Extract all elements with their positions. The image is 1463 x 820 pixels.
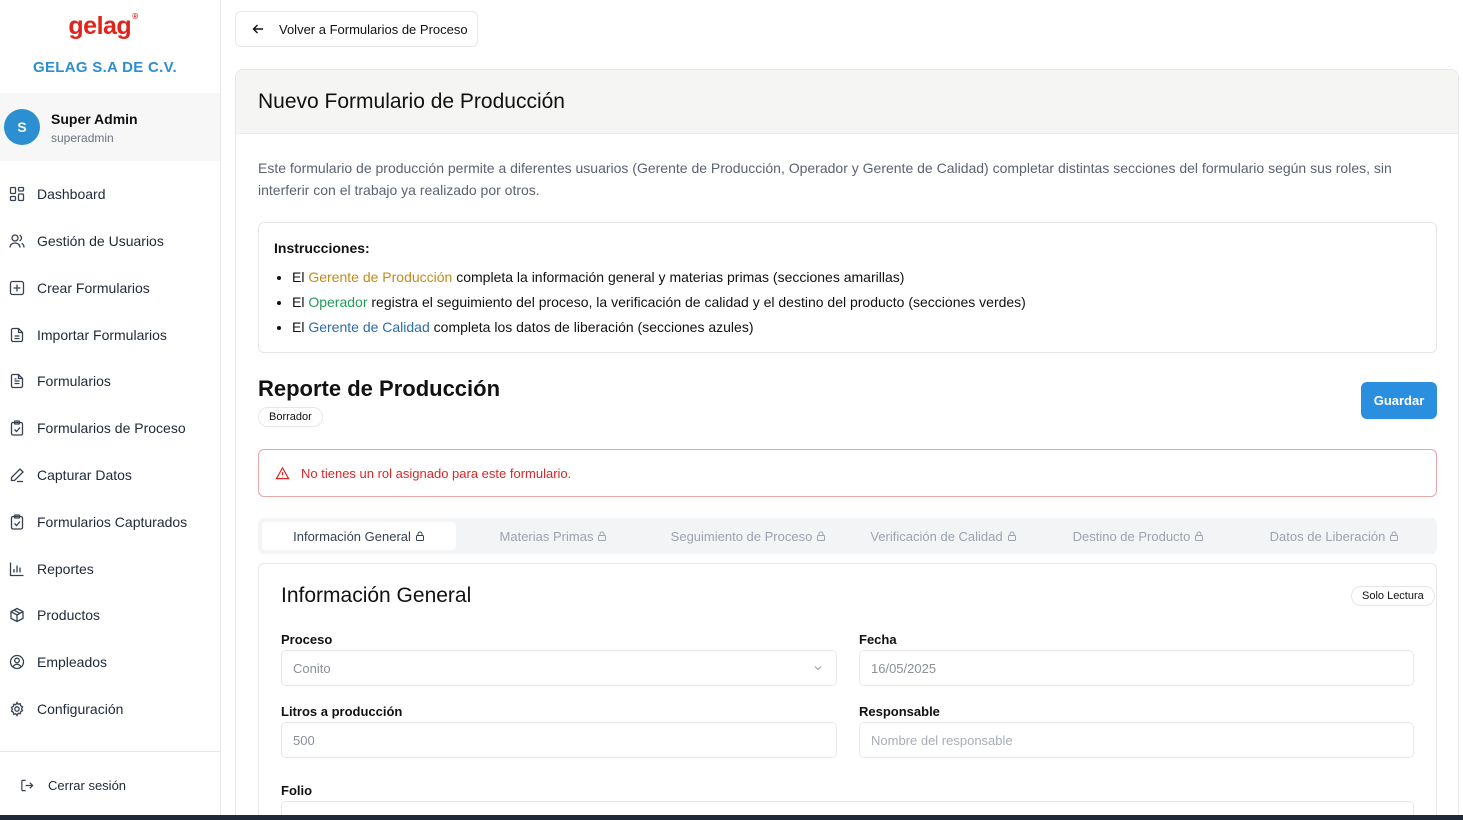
role-quality-manager: Gerente de Calidad [308, 319, 430, 335]
read-only-badge: Solo Lectura [1351, 586, 1435, 606]
sidebar-item-label: Formularios Capturados [37, 514, 188, 530]
litros-label: Litros a producción [281, 704, 403, 719]
logout-icon [20, 778, 35, 793]
window-bottom-edge [0, 815, 1463, 820]
bar-chart-icon [9, 561, 25, 577]
logout-label: Cerrar sesión [48, 777, 127, 793]
file-icon [9, 327, 25, 343]
back-button-label: Volver a Formularios de Proceso [279, 21, 468, 37]
file-text-icon [9, 373, 25, 389]
sidebar-item-users[interactable]: Gestión de Usuarios [0, 221, 220, 261]
instruction-item: El Operador registra el seguimiento del … [292, 292, 1026, 317]
sidebar-item-dashboard[interactable]: Dashboard [0, 174, 220, 214]
sidebar-item-settings[interactable]: Configuración [0, 689, 220, 729]
sidebar-item-products[interactable]: Productos [0, 595, 220, 635]
sidebar-item-process-forms[interactable]: Formularios de Proceso [0, 408, 220, 448]
form-description: Este formulario de producción permite a … [258, 160, 1392, 198]
proceso-select[interactable]: Conito [281, 650, 837, 686]
role-alert: No tienes un rol asignado para este form… [258, 449, 1437, 497]
user-name: Super Admin [51, 111, 138, 127]
litros-field[interactable]: 500 [281, 722, 837, 758]
tab-informacion-general[interactable]: Información General [262, 522, 456, 550]
page-title: Nuevo Formulario de Producción [258, 90, 565, 113]
arrow-left-icon [251, 22, 265, 36]
sidebar-item-create-forms[interactable]: Crear Formularios [0, 268, 220, 308]
tab-materias-primas[interactable]: Materias Primas [456, 522, 651, 550]
tab-verificacion-calidad[interactable]: Verificación de Calidad [846, 522, 1041, 550]
brand-logo: gelag® [68, 12, 138, 40]
user-handle: superadmin [51, 131, 114, 145]
sidebar: gelag® GELAG S.A DE C.V. S Super Admin s… [0, 0, 221, 820]
clipboard-check-icon [9, 514, 25, 530]
logout-button[interactable]: Cerrar sesión [0, 772, 220, 798]
sidebar-item-label: Configuración [37, 701, 124, 717]
sidebar-item-label: Formularios de Proceso [37, 420, 186, 436]
pen-icon [9, 467, 25, 483]
tab-seguimiento-proceso[interactable]: Seguimiento de Proceso [651, 522, 846, 550]
tab-destino-producto[interactable]: Destino de Producto [1041, 522, 1236, 550]
proceso-label: Proceso [281, 632, 333, 647]
responsable-label: Responsable [859, 704, 940, 719]
lock-icon [816, 531, 826, 541]
sidebar-item-employees[interactable]: Empleados [0, 642, 220, 682]
tab-datos-liberacion[interactable]: Datos de Liberación [1236, 522, 1433, 550]
lock-icon [597, 531, 607, 541]
instructions-list: El Gerente de Producción completa la inf… [292, 267, 1026, 342]
users-icon [9, 233, 25, 249]
sidebar-item-label: Crear Formularios [37, 280, 150, 296]
user-profile: S Super Admin superadmin [0, 93, 220, 161]
sidebar-item-label: Gestión de Usuarios [37, 233, 164, 249]
fecha-label: Fecha [859, 632, 897, 647]
instruction-item: El Gerente de Calidad completa los datos… [292, 317, 1026, 342]
sidebar-item-import-forms[interactable]: Importar Formularios [0, 315, 220, 355]
general-info-section: Información General Solo Lectura Proceso… [258, 563, 1437, 820]
package-icon [9, 607, 25, 623]
user-circle-icon [9, 654, 25, 670]
instructions-box: Instrucciones: El Gerente de Producción … [258, 222, 1437, 353]
report-title: Reporte de Producción [258, 376, 501, 401]
warning-icon [275, 466, 290, 481]
dashboard-icon [9, 186, 25, 202]
instruction-item: El Gerente de Producción completa la inf… [292, 267, 1026, 292]
avatar: S [4, 109, 40, 145]
sidebar-item-forms[interactable]: Formularios [0, 361, 220, 401]
card-header: Nuevo Formulario de Producción [236, 70, 1458, 134]
back-button[interactable]: Volver a Formularios de Proceso [235, 11, 478, 47]
gear-icon [9, 701, 25, 717]
folio-label: Folio [281, 783, 313, 798]
clipboard-check-icon [9, 420, 25, 436]
responsable-field[interactable]: Nombre del responsable [859, 722, 1414, 758]
sidebar-item-label: Reportes [37, 561, 94, 577]
sidebar-item-reports[interactable]: Reportes [0, 549, 220, 589]
sidebar-divider [0, 751, 220, 752]
sidebar-item-label: Productos [37, 607, 101, 623]
app-root: gelag® GELAG S.A DE C.V. S Super Admin s… [0, 0, 1463, 820]
sidebar-item-label: Formularios [37, 373, 111, 389]
fecha-field[interactable]: 16/05/2025 [859, 650, 1414, 686]
instructions-title: Instrucciones: [274, 240, 370, 256]
lock-icon [1389, 531, 1399, 541]
sidebar-item-label: Capturar Datos [37, 467, 132, 483]
section-title: Información General [281, 584, 472, 607]
sidebar-item-capture-data[interactable]: Capturar Datos [0, 455, 220, 495]
sidebar-item-captured-forms[interactable]: Formularios Capturados [0, 502, 220, 542]
lock-icon [415, 531, 425, 541]
role-production-manager: Gerente de Producción [308, 269, 453, 285]
lock-icon [1007, 531, 1017, 541]
lock-icon [1194, 531, 1204, 541]
status-badge: Borrador [258, 407, 323, 427]
alert-text: No tienes un rol asignado para este form… [301, 465, 572, 481]
sidebar-item-label: Importar Formularios [37, 327, 167, 343]
form-card: Nuevo Formulario de Producción Este form… [235, 69, 1459, 820]
plus-square-icon [9, 280, 25, 296]
sidebar-item-label: Dashboard [37, 186, 106, 202]
sidebar-item-label: Empleados [37, 654, 108, 670]
save-button[interactable]: Guardar [1361, 382, 1437, 419]
chevron-down-icon [812, 662, 824, 674]
section-tabs: Información General Materias Primas Segu… [258, 518, 1437, 554]
role-operator: Operador [308, 294, 368, 310]
company-name: GELAG S.A DE C.V. [32, 59, 178, 76]
